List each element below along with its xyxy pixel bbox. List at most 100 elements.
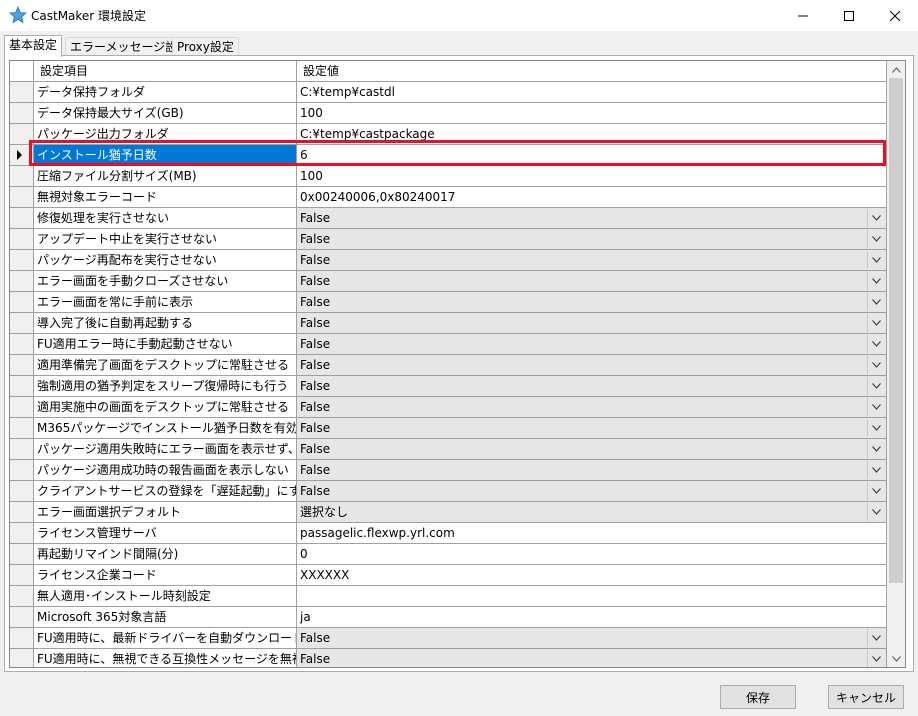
setting-name[interactable]: アップデート中止を実行させない	[34, 229, 297, 250]
table-row[interactable]: 修復処理を実行させない False	[10, 208, 887, 229]
table-row[interactable]: パッケージ出力フォルダ C:¥temp¥castpackage	[10, 124, 887, 145]
setting-name[interactable]: 無視対象エラーコード	[34, 187, 297, 208]
setting-name[interactable]: FU適用エラー時に手動起動させない	[34, 334, 297, 355]
row-indicator-cell[interactable]	[10, 523, 34, 544]
setting-value-dropdown[interactable]: False	[297, 397, 887, 418]
setting-value-dropdown[interactable]: 選択なし	[297, 502, 887, 523]
table-row[interactable]: 適用準備完了画面をデスクトップに常駐させる False	[10, 355, 887, 376]
setting-name[interactable]: データ保持最大サイズ(GB)	[34, 103, 297, 124]
setting-name[interactable]: M365パッケージでインストール猶予日数を有効にする	[34, 418, 297, 439]
table-row[interactable]: パッケージ適用成功時の報告画面を表示しない False	[10, 460, 887, 481]
scroll-thumb[interactable]	[889, 78, 903, 583]
row-indicator-cell[interactable]	[10, 397, 34, 418]
setting-value-dropdown[interactable]: False	[297, 649, 887, 667]
tab-basic-settings[interactable]: 基本設定	[4, 35, 63, 57]
dropdown-arrow-button[interactable]	[867, 503, 885, 521]
close-button[interactable]	[872, 0, 918, 31]
setting-name[interactable]: 適用実施中の画面をデスクトップに常駐させる	[34, 397, 297, 418]
setting-name[interactable]: 再起動リマインド間隔(分)	[34, 544, 297, 565]
setting-value-field[interactable]	[297, 586, 887, 607]
table-row[interactable]: クライアントサービスの登録を「遅延起動」にする False	[10, 481, 887, 502]
table-row[interactable]: FU適用時に、最新ドライバーを自動ダウンロードするFalse	[10, 628, 887, 649]
row-indicator-cell[interactable]	[10, 544, 34, 565]
setting-value-dropdown[interactable]: False	[297, 313, 887, 334]
setting-value-dropdown[interactable]: False	[297, 355, 887, 376]
row-indicator-cell[interactable]	[10, 565, 34, 586]
setting-name[interactable]: FU適用時に、最新ドライバーを自動ダウンロードする	[34, 628, 297, 649]
table-row[interactable]: 無人適用･インストール時刻設定	[10, 586, 887, 607]
setting-value-dropdown[interactable]: False	[297, 208, 887, 229]
row-indicator-cell[interactable]	[10, 439, 34, 460]
table-row[interactable]: FU適用時に、無視できる互換性メッセージを無視するFalse	[10, 649, 887, 667]
table-row[interactable]: 圧縮ファイル分割サイズ(MB) 100	[10, 166, 887, 187]
vertical-scrollbar[interactable]	[887, 61, 905, 667]
table-row[interactable]: エラー画面を常に手前に表示 False	[10, 292, 887, 313]
table-row[interactable]: エラー画面選択デフォルト 選択なし	[10, 502, 887, 523]
setting-value-dropdown[interactable]: False	[297, 292, 887, 313]
header-value[interactable]: 設定値	[297, 61, 887, 82]
row-indicator-cell[interactable]	[10, 292, 34, 313]
row-indicator-cell[interactable]	[10, 82, 34, 103]
dropdown-arrow-button[interactable]	[867, 650, 885, 667]
setting-value-field[interactable]: 0	[297, 544, 887, 565]
setting-name[interactable]: パッケージ出力フォルダ	[34, 124, 297, 145]
setting-value-dropdown[interactable]: False	[297, 250, 887, 271]
row-indicator-cell[interactable]	[10, 586, 34, 607]
setting-name[interactable]: クライアントサービスの登録を「遅延起動」にする	[34, 481, 297, 502]
setting-name[interactable]: 圧縮ファイル分割サイズ(MB)	[34, 166, 297, 187]
table-row[interactable]: M365パッケージでインストール猶予日数を有効にするFalse	[10, 418, 887, 439]
row-indicator-cell[interactable]	[10, 481, 34, 502]
setting-name[interactable]: インストール猶予日数	[34, 145, 297, 166]
table-row[interactable]: Microsoft 365対象言語 ja	[10, 607, 887, 628]
dropdown-arrow-button[interactable]	[867, 209, 885, 227]
setting-value-dropdown[interactable]: False	[297, 628, 887, 649]
setting-name[interactable]: 無人適用･インストール時刻設定	[34, 586, 297, 607]
table-row[interactable]: エラー画面を手動クローズさせない False	[10, 271, 887, 292]
setting-name[interactable]: エラー画面を常に手前に表示	[34, 292, 297, 313]
table-row[interactable]: パッケージ適用失敗時にエラー画面を表示せず、常に...False	[10, 439, 887, 460]
scroll-down-button[interactable]	[887, 650, 905, 667]
row-indicator-cell[interactable]	[10, 250, 34, 271]
row-indicator-cell[interactable]	[10, 355, 34, 376]
setting-value-field[interactable]: C:¥temp¥castpackage	[297, 124, 887, 145]
row-indicator-cell[interactable]	[10, 271, 34, 292]
dropdown-arrow-button[interactable]	[867, 293, 885, 311]
setting-value-dropdown[interactable]: False	[297, 376, 887, 397]
table-row[interactable]: アップデート中止を実行させない False	[10, 229, 887, 250]
table-row[interactable]: データ保持最大サイズ(GB) 100	[10, 103, 887, 124]
dropdown-arrow-button[interactable]	[867, 356, 885, 374]
row-indicator-cell[interactable]	[10, 187, 34, 208]
setting-value-field[interactable]: 0x00240006,0x80240017	[297, 187, 887, 208]
setting-value-dropdown[interactable]: False	[297, 460, 887, 481]
row-indicator-cell[interactable]	[10, 145, 34, 166]
dropdown-arrow-button[interactable]	[867, 440, 885, 458]
setting-value-field[interactable]: passagelic.flexwp.yrl.com	[297, 523, 887, 544]
row-indicator-cell[interactable]	[10, 103, 34, 124]
row-indicator-cell[interactable]	[10, 334, 34, 355]
dropdown-arrow-button[interactable]	[867, 377, 885, 395]
table-row[interactable]: FU適用エラー時に手動起動させない False	[10, 334, 887, 355]
row-indicator-cell[interactable]	[10, 607, 34, 628]
dropdown-arrow-button[interactable]	[867, 629, 885, 647]
table-row[interactable]: 強制適用の猶予判定をスリープ復帰時にも行う False	[10, 376, 887, 397]
setting-name[interactable]: FU適用時に、無視できる互換性メッセージを無視する	[34, 649, 297, 667]
dropdown-arrow-button[interactable]	[867, 251, 885, 269]
setting-name[interactable]: データ保持フォルダ	[34, 82, 297, 103]
row-indicator-cell[interactable]	[10, 208, 34, 229]
row-indicator-cell[interactable]	[10, 460, 34, 481]
setting-name[interactable]: エラー画面を手動クローズさせない	[34, 271, 297, 292]
row-indicator-cell[interactable]	[10, 376, 34, 397]
row-indicator-cell[interactable]	[10, 166, 34, 187]
dropdown-arrow-button[interactable]	[867, 272, 885, 290]
setting-name[interactable]: ライセンス管理サーバ	[34, 523, 297, 544]
setting-value-field[interactable]: 100	[297, 166, 887, 187]
header-name[interactable]: 設定項目	[34, 61, 297, 82]
row-indicator-cell[interactable]	[10, 649, 34, 667]
maximize-button[interactable]	[826, 0, 872, 31]
setting-value-field[interactable]: C:¥temp¥castdl	[297, 82, 887, 103]
setting-name[interactable]: エラー画面選択デフォルト	[34, 502, 297, 523]
setting-name[interactable]: パッケージ適用失敗時にエラー画面を表示せず、常に...	[34, 439, 297, 460]
row-indicator-cell[interactable]	[10, 502, 34, 523]
table-row[interactable]: ライセンス管理サーバ passagelic.flexwp.yrl.com	[10, 523, 887, 544]
row-indicator-cell[interactable]	[10, 628, 34, 649]
